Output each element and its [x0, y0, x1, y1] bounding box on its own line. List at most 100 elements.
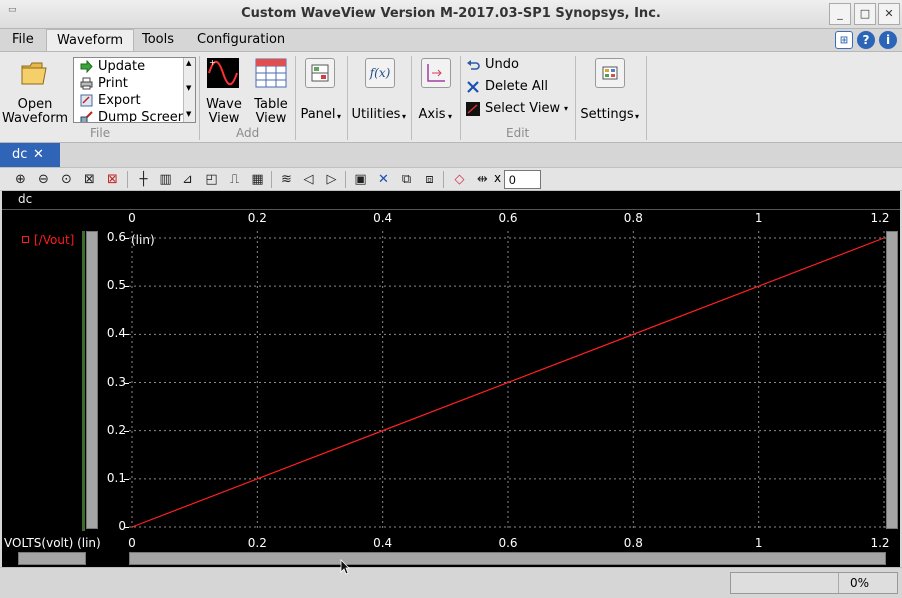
folder-icon [21, 62, 47, 85]
close-icon[interactable]: ✕ [33, 143, 44, 167]
zoom-fit-icon[interactable]: ⊙ [57, 170, 76, 189]
y-tick-label: 0.3 [106, 374, 126, 389]
window-title: Custom WaveView Version M-2017.03-SP1 Sy… [241, 6, 661, 21]
file-actions-list[interactable]: Update Print Export Dump Screen ▲ ▼ ▼ [73, 57, 196, 123]
info-icon[interactable]: i [879, 31, 897, 49]
x-tick-label-top: 0.8 [623, 211, 643, 225]
restore-layout-icon[interactable]: ⊞ [835, 31, 853, 49]
dropdown-arrow-icon: ▾ [564, 104, 569, 113]
select-view-button[interactable]: Select View ▾ [466, 99, 572, 119]
axis-button[interactable]: Axis ▾ [414, 56, 458, 126]
tab-dc-label: dc [12, 147, 28, 162]
x-tick-label-bottom: 0 [128, 536, 136, 550]
axis-separator [2, 209, 900, 210]
y-tick-label: 0.6 [106, 230, 126, 244]
update-label: Update [98, 59, 146, 74]
save-view-icon[interactable]: ▣ [351, 170, 370, 189]
plot-vertical-scrollbar[interactable] [886, 231, 898, 529]
title-bar: ▭ Custom WaveView Version M-2017.03-SP1 … [0, 0, 902, 29]
group-icon[interactable]: ⧉ [397, 170, 416, 189]
x-tick-label-bottom: 1.2 [870, 536, 890, 550]
signal-vout[interactable]: [/Vout] [22, 233, 74, 247]
panel-label: Panel [300, 107, 336, 122]
delete-signal-icon[interactable]: ✕ [374, 170, 393, 189]
function-icon: f(x) [365, 58, 395, 88]
measure-icon[interactable]: ⊿ [178, 170, 197, 189]
open-waveform-button[interactable]: Open Waveform [2, 56, 68, 126]
axis-icon [421, 58, 451, 88]
zoom-out-icon[interactable]: ⊖ [34, 170, 53, 189]
dropdown-arrow-icon: ▾ [635, 112, 640, 121]
pulse-icon[interactable]: ⎍ [225, 170, 244, 189]
table-view-label: Table View [254, 97, 288, 126]
fit-width-icon[interactable]: ⇹ [473, 170, 492, 189]
menu-file[interactable]: File [2, 29, 44, 51]
zoom-reset-icon[interactable]: ⊠ [103, 170, 122, 189]
list-item-export[interactable]: Export [74, 92, 195, 109]
ribbon-separator [347, 56, 348, 140]
zoom-in-icon[interactable]: ⊕ [11, 170, 30, 189]
zoom-box-icon[interactable]: ⊠ [80, 170, 99, 189]
file-list-scrollbar[interactable]: ▲ ▼ ▼ [183, 58, 195, 122]
crosshair-cursor-icon[interactable]: ┼ [134, 170, 153, 189]
close-window-button[interactable]: ✕ [878, 3, 900, 25]
signal-horizontal-scrollbar[interactable] [18, 552, 86, 565]
multiplier-input[interactable] [504, 170, 541, 189]
undo-button[interactable]: Undo [466, 55, 519, 75]
vertical-markers-icon[interactable]: ▥ [156, 170, 175, 189]
wave-view-label: Wave View [206, 97, 242, 126]
next-edge-icon[interactable]: ▷ [322, 170, 341, 189]
group-label-edit: Edit [506, 126, 530, 140]
toolbar-separator [345, 171, 346, 188]
help-icon[interactable]: ? [857, 31, 875, 49]
signal-vout-label: [/Vout] [34, 233, 75, 247]
list-item-update[interactable]: Update [74, 58, 195, 75]
minimize-button[interactable]: _ [829, 3, 851, 25]
eraser-icon[interactable]: ◇ [450, 170, 469, 189]
settings-label: Settings [580, 107, 634, 122]
wave-stack-icon[interactable]: ≋ [277, 170, 296, 189]
settings-button[interactable]: Settings ▾ [578, 56, 644, 126]
svg-text:+: + [209, 58, 216, 67]
status-bar: 0% [0, 567, 902, 598]
utilities-label: Utilities [351, 107, 401, 122]
maximize-button[interactable]: □ [854, 3, 876, 25]
app-window: ▭ Custom WaveView Version M-2017.03-SP1 … [0, 0, 902, 598]
plot-horizontal-scrollbar[interactable] [129, 552, 886, 565]
signal-checkbox[interactable] [22, 236, 29, 243]
panel-button[interactable]: Panel ▾ [298, 56, 344, 126]
ribbon-separator [646, 56, 647, 140]
delete-all-label: Delete All [485, 79, 548, 94]
table-view-button[interactable]: Table View [250, 56, 292, 126]
plot-area[interactable] [129, 231, 887, 530]
signal-splitter[interactable] [82, 231, 85, 531]
menu-waveform[interactable]: Waveform [46, 29, 134, 51]
annotate-icon[interactable]: ◰ [202, 170, 221, 189]
x-tick-label-top: 1 [754, 211, 763, 225]
print-label: Print [98, 76, 128, 91]
list-item-print[interactable]: Print [74, 75, 195, 92]
utilities-button[interactable]: f(x) Utilities ▾ [350, 56, 410, 126]
grid-icon[interactable]: ▦ [248, 170, 267, 189]
axis-label: Axis [418, 107, 446, 122]
group-label-add: Add [236, 126, 260, 140]
list-item-dump-screen[interactable]: Dump Screen [74, 109, 195, 122]
signal-list: [/Vout] [2, 231, 86, 531]
progress-percent: 0% [849, 576, 869, 590]
y-tick-label: 0.5 [106, 278, 126, 293]
delete-all-button[interactable]: Delete All [466, 77, 548, 97]
export-icon [80, 94, 93, 107]
menu-tools[interactable]: Tools [132, 29, 184, 51]
waveform-toolbar: ⊕ ⊖ ⊙ ⊠ ⊠ ┼ ▥ ⊿ ◰ ⎍ ▦ ≋ ◁ ▷ ▣ ✕ ⧉ ⧈ ◇ ⇹ … [0, 167, 902, 191]
signal-vertical-scrollbar[interactable] [86, 231, 98, 529]
y-tick-label: 0.4 [106, 326, 126, 341]
select-view-icon [466, 102, 480, 116]
wave-view-button[interactable]: + Wave View [203, 56, 245, 126]
x-axis-label: VOLTS(volt) (lin) [4, 536, 101, 550]
tab-dc[interactable]: dc ✕ [0, 143, 60, 167]
prev-edge-icon[interactable]: ◁ [299, 170, 318, 189]
menu-configuration[interactable]: Configuration [187, 29, 295, 51]
export-label: Export [98, 93, 141, 108]
ungroup-icon[interactable]: ⧈ [420, 170, 439, 189]
ribbon-toolbar: Open Waveform Update Print Export Dump S… [0, 51, 902, 143]
